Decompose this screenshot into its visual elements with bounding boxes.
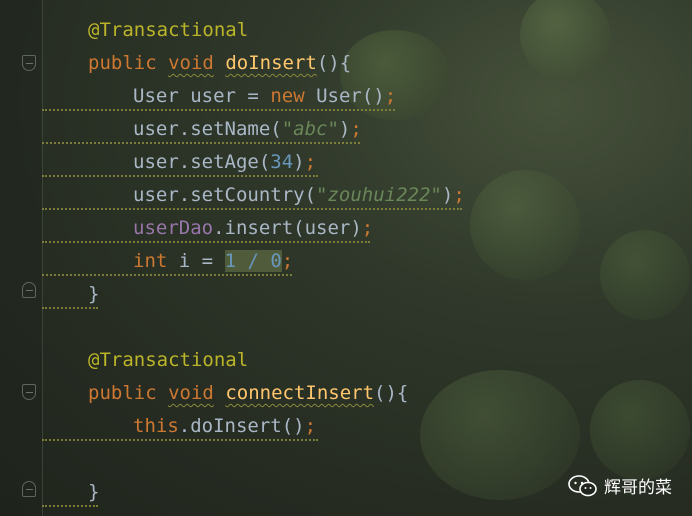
code-token: (){ [316,52,352,74]
wechat-icon [568,474,597,496]
code-token: .insert(user) [213,217,362,239]
code-line[interactable]: User user = new User(); [133,82,396,110]
code-token: int [133,250,168,272]
background-drop [590,380,690,480]
code-token: .doInsert() [178,415,305,437]
warning-underline [42,274,292,276]
code-token: } [88,283,100,305]
code-token: void [168,52,214,74]
watermark-text: 辉哥的菜 [604,478,672,498]
watermark: 辉哥的菜 [568,473,672,498]
code-line[interactable]: this.doInsert(); [133,412,316,440]
code-token: user.setAge( [133,151,271,173]
code-token: ; [304,151,317,173]
code-token: User() [304,85,385,107]
code-line[interactable]: } [88,280,99,308]
fold-collapse-icon[interactable] [22,55,36,71]
code-token: public [88,52,157,74]
editor-gutter [0,0,43,516]
code-line[interactable]: user.setName("abc"); [133,115,362,143]
code-token: i [167,250,202,272]
code-line[interactable]: int i = 1 / 0; [133,247,293,275]
code-token: userDao [133,217,214,239]
warning-underline [42,307,98,309]
code-token: ; [350,118,362,140]
code-token: ; [453,184,465,206]
warning-underline [42,208,462,210]
code-line[interactable]: userDao.insert(user); [133,214,373,242]
code-line[interactable]: public void doInsert(){ [88,49,351,77]
code-token: ) [293,151,305,173]
warning-underline [42,142,360,144]
code-token: connectInsert [225,382,375,404]
code-token: user.setCountry( [133,184,317,206]
code-line[interactable]: public void connectInsert(){ [88,379,408,407]
warning-underline [42,505,98,507]
code-token: "zouhui222" [316,184,442,206]
code-token: @Transactional [88,19,249,41]
code-token: public [88,382,157,404]
code-token: user.setName( [133,118,282,140]
code-token: new [270,85,305,107]
code-line[interactable]: user.setAge(34); [133,148,316,176]
code-token: ; [304,415,317,437]
code-token: ) [338,118,351,140]
code-token: = [201,250,214,272]
code-token: ; [361,217,374,239]
code-token: (){ [374,382,409,404]
code-token: ; [281,250,294,272]
background-drop [600,230,690,320]
warning-underline [42,241,370,243]
warning-underline [42,175,318,177]
code-token: @Transactional [88,349,249,371]
code-token: ) [441,184,454,206]
code-token: user [178,85,248,107]
code-token: doInsert [225,52,317,74]
code-token: User [133,85,179,107]
background-drop [520,0,610,80]
code-token: this [133,415,179,437]
warning-underline [42,439,318,441]
code-line[interactable]: } [88,478,99,506]
fold-end-icon[interactable] [22,481,36,497]
code-token: } [88,481,100,503]
code-line[interactable]: @Transactional [88,16,248,44]
background-drop [420,370,580,500]
fold-collapse-icon[interactable] [22,384,36,400]
code-line[interactable]: @Transactional [88,346,248,374]
code-token: void [168,382,214,404]
code-token: 34 [270,151,294,173]
code-token: = [247,85,259,107]
code-line[interactable]: user.setCountry("zouhui222"); [133,181,465,209]
code-token: ; [384,85,397,107]
code-token: "abc" [281,118,339,140]
warning-underline [42,109,395,111]
code-token: 1 / 0 [224,250,282,272]
background-drop [470,170,580,280]
fold-end-icon[interactable] [22,282,36,298]
